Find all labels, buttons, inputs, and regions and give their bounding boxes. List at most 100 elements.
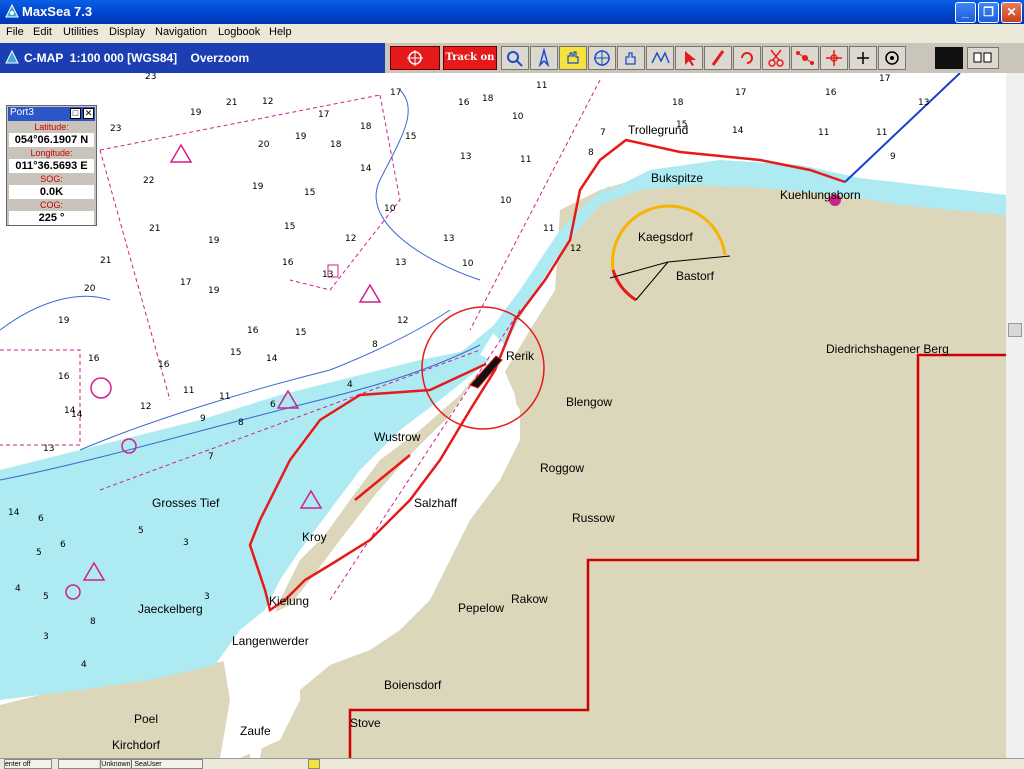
depth-sounding: 12 — [140, 402, 152, 412]
crosshair-icon[interactable] — [588, 46, 616, 70]
depth-sounding: 13 — [43, 444, 55, 454]
place-label: Zaufe — [240, 724, 271, 738]
depth-sounding: 3 — [43, 632, 49, 642]
depth-sounding: 16 — [88, 354, 100, 364]
latitude-label: Latitude: — [34, 122, 69, 132]
depth-sounding: 11 — [543, 224, 555, 234]
route-line — [844, 73, 961, 183]
longitude-value: 011°36.5693 E — [9, 159, 94, 173]
zoom-icon[interactable] — [501, 46, 529, 70]
depth-sounding: 5 — [43, 592, 49, 602]
depth-sounding: 11 — [219, 392, 231, 402]
depth-sounding: 18 — [672, 98, 684, 108]
rotate-icon[interactable] — [733, 46, 761, 70]
status-bar: enter off [Unknown] SeaUser — [0, 758, 1024, 769]
depth-contour-4 — [0, 295, 111, 331]
menu-navigation[interactable]: Navigation — [155, 26, 207, 38]
menu-logbook[interactable]: Logbook — [218, 26, 260, 38]
depth-sounding: 13 — [918, 98, 930, 108]
depth-sounding: 10 — [512, 112, 524, 122]
depth-sounding: 15 — [295, 328, 307, 338]
depth-sounding: 21 — [100, 256, 112, 266]
depth-sounding: 8 — [588, 148, 594, 158]
port-info-panel[interactable]: Port3 □ ✕ Latitude: 054°06.1907 N Longit… — [6, 105, 97, 226]
menu-file[interactable]: File — [6, 26, 24, 38]
port-panel-title-bar[interactable]: Port3 □ ✕ — [8, 107, 95, 121]
chart-icon — [5, 50, 19, 64]
menu-help[interactable]: Help — [269, 26, 292, 38]
depth-sounding: 11 — [536, 81, 548, 91]
place-label: Langenwerder — [232, 634, 309, 648]
vertical-scrollbar[interactable] — [1006, 73, 1024, 758]
place-label: Kirchdorf — [112, 738, 161, 752]
depth-sounding: 3 — [204, 592, 210, 602]
depth-sounding: 12 — [262, 97, 274, 107]
port-panel-minimize-icon[interactable]: □ — [70, 108, 81, 119]
plus-icon[interactable] — [849, 46, 877, 70]
depth-sounding: 9 — [200, 414, 206, 424]
place-label: Diedrichshagener Berg — [826, 342, 949, 356]
depth-sounding: 15 — [304, 188, 316, 198]
port-panel-close-icon[interactable]: ✕ — [83, 108, 94, 119]
compass-icon[interactable] — [530, 46, 558, 70]
route-icon[interactable] — [791, 46, 819, 70]
menu-display[interactable]: Display — [109, 26, 145, 38]
restore-button[interactable]: ❐ — [978, 2, 999, 23]
depth-sounding: 5 — [138, 526, 144, 536]
scissors-icon[interactable] — [762, 46, 790, 70]
depth-sounding: 18 — [330, 140, 342, 150]
sog-value: 0.0K — [9, 185, 94, 199]
depth-sounding: 11 — [183, 386, 195, 396]
depth-sounding: 16 — [282, 258, 294, 268]
place-label: Kroy — [302, 530, 327, 544]
place-label: Stove — [350, 716, 381, 730]
depth-sounding: 7 — [208, 452, 214, 462]
pencil-icon[interactable] — [704, 46, 732, 70]
place-label: Roggow — [540, 461, 585, 475]
window-tile-icon[interactable] — [967, 47, 999, 69]
minimize-button[interactable]: _ — [955, 2, 976, 23]
depth-sounding: 5 — [36, 548, 42, 558]
depth-sounding: 17 — [735, 88, 747, 98]
place-label: Kielung — [269, 594, 310, 608]
pointer-icon[interactable] — [675, 46, 703, 70]
place-label: Russow — [572, 511, 615, 525]
depth-sounding: 7 — [600, 128, 606, 138]
move-icon[interactable] — [820, 46, 848, 70]
grab-icon[interactable] — [617, 46, 645, 70]
window-title: MaxSea 7.3 — [22, 4, 93, 19]
depth-sounding: 12 — [570, 244, 582, 254]
depth-sounding: 16 — [825, 88, 837, 98]
measure-icon[interactable] — [646, 46, 674, 70]
record-button[interactable] — [390, 46, 440, 70]
depth-sounding: 13 — [460, 152, 472, 162]
depth-sounding: 17 — [318, 110, 330, 120]
place-label: Kuehlungsborn — [780, 188, 861, 202]
chart-map[interactable]: Trollegrund Bukspitze Kuehlungsborn Kaegsdo… — [0, 73, 1024, 758]
depth-sounding: 14 — [266, 354, 278, 364]
hand-icon[interactable] — [559, 46, 587, 70]
buoy-icon — [90, 377, 112, 399]
target-icon[interactable] — [878, 46, 906, 70]
warning-icon — [169, 143, 193, 163]
night-mode-toggle[interactable] — [935, 47, 963, 69]
menu-utilities[interactable]: Utilities — [63, 26, 98, 38]
place-label: Kaegsdorf — [638, 230, 693, 244]
scroll-thumb[interactable] — [1008, 323, 1022, 337]
menu-edit[interactable]: Edit — [33, 26, 52, 38]
close-button[interactable]: ✕ — [1001, 2, 1022, 23]
record-icon — [407, 50, 423, 66]
place-label: Grosses Tief — [152, 496, 220, 510]
track-on-button[interactable]: Track on — [443, 46, 497, 70]
depth-sounding: 19 — [252, 182, 264, 192]
depth-sounding: 21 — [149, 224, 161, 234]
depth-sounding: 12 — [345, 234, 357, 244]
depth-sounding: 15 — [230, 348, 242, 358]
land-mainland — [260, 175, 1006, 758]
title-bar: MaxSea 7.3 _ ❐ ✕ — [0, 0, 1024, 24]
depth-sounding: 8 — [238, 418, 244, 428]
depth-sounding: 16 — [158, 360, 170, 370]
app-icon — [5, 4, 19, 18]
depth-sounding: 23 — [110, 124, 122, 134]
depth-sounding: 4 — [81, 660, 87, 670]
